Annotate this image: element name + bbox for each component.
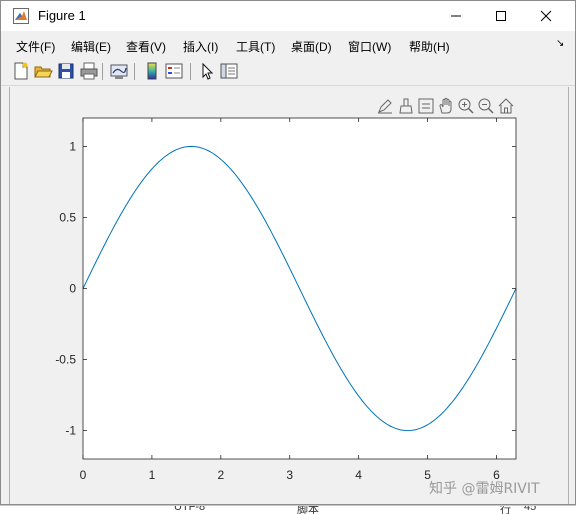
data-tips-icon[interactable]: [417, 97, 435, 115]
plot-svg: 0 1 2 3 4 5 610.50-0.5-1: [55, 117, 517, 482]
y-tick-label: 0: [69, 282, 76, 296]
menu-file[interactable]: 文件(F): [16, 38, 55, 55]
toolbar-separator: [102, 63, 103, 80]
figure-canvas[interactable]: 0 1 2 3 4 5 6 1 0.5 0 -0.5 -1: [9, 87, 569, 504]
menu-help[interactable]: 帮助(H): [409, 38, 450, 55]
menu-insert[interactable]: 插入(I): [183, 38, 218, 55]
colorbar-icon[interactable]: [142, 61, 162, 81]
menu-desktop[interactable]: 桌面(D): [291, 38, 332, 55]
zoom-in-icon[interactable]: [457, 97, 475, 115]
menu-edit[interactable]: 编辑(E): [71, 38, 111, 55]
menu-window[interactable]: 窗口(W): [348, 38, 391, 55]
y-tick-label: -1: [65, 424, 76, 438]
x-tick-label: 1: [149, 468, 156, 482]
x-tick-label: 4: [355, 468, 362, 482]
menu-tools[interactable]: 工具(T): [236, 38, 275, 55]
print-icon[interactable]: [79, 61, 99, 81]
home-icon[interactable]: [497, 97, 515, 115]
maximize-button[interactable]: [478, 1, 524, 31]
background-status-bar: UTF-8 脚本 行 45: [0, 505, 576, 514]
zoom-out-icon[interactable]: [477, 97, 495, 115]
new-figure-icon[interactable]: [11, 61, 31, 81]
figure-window: Figure 1 文件(F) 编辑(E) 查看(V) 插入(I) 工具(T) 桌…: [0, 0, 576, 505]
y-tick-label: 1: [69, 139, 76, 153]
link-icon[interactable]: [109, 61, 129, 81]
pan-icon[interactable]: [437, 97, 455, 115]
line-label: 行: [500, 505, 511, 514]
property-editor-icon[interactable]: [219, 61, 239, 81]
save-icon[interactable]: [56, 61, 76, 81]
open-icon[interactable]: [33, 61, 53, 81]
close-button[interactable]: [523, 1, 569, 31]
toolbar-separator: [190, 63, 191, 80]
menu-bar: 文件(F) 编辑(E) 查看(V) 插入(I) 工具(T) 桌面(D) 窗口(W…: [1, 32, 575, 58]
matlab-icon: [13, 8, 29, 24]
x-tick-label: 2: [217, 468, 224, 482]
menu-view[interactable]: 查看(V): [126, 38, 166, 55]
edit-plot-icon[interactable]: [376, 97, 394, 115]
title-bar[interactable]: Figure 1: [1, 1, 575, 31]
x-tick-label: 0: [80, 468, 87, 482]
watermark-text: 知乎 @雷姆RIVIT: [429, 481, 540, 497]
legend-icon[interactable]: [164, 61, 184, 81]
window-title: Figure 1: [38, 8, 86, 23]
maximize-icon: [496, 11, 506, 21]
line-number: 45: [524, 505, 537, 513]
y-tick-label: -0.5: [55, 353, 76, 367]
brush-icon[interactable]: [397, 97, 415, 115]
figure-toolbar: [1, 58, 575, 86]
menu-overflow-icon[interactable]: ↘: [556, 38, 564, 49]
encoding-label: UTF-8: [174, 505, 206, 513]
minimize-icon: [451, 15, 461, 17]
pointer-icon[interactable]: [197, 61, 217, 81]
y-tick-label: 0.5: [59, 210, 76, 224]
file-type-label: 脚本: [297, 505, 319, 514]
minimize-button[interactable]: [433, 1, 479, 31]
close-icon: [540, 10, 552, 22]
toolbar-separator: [134, 63, 135, 80]
x-tick-label: 3: [286, 468, 293, 482]
